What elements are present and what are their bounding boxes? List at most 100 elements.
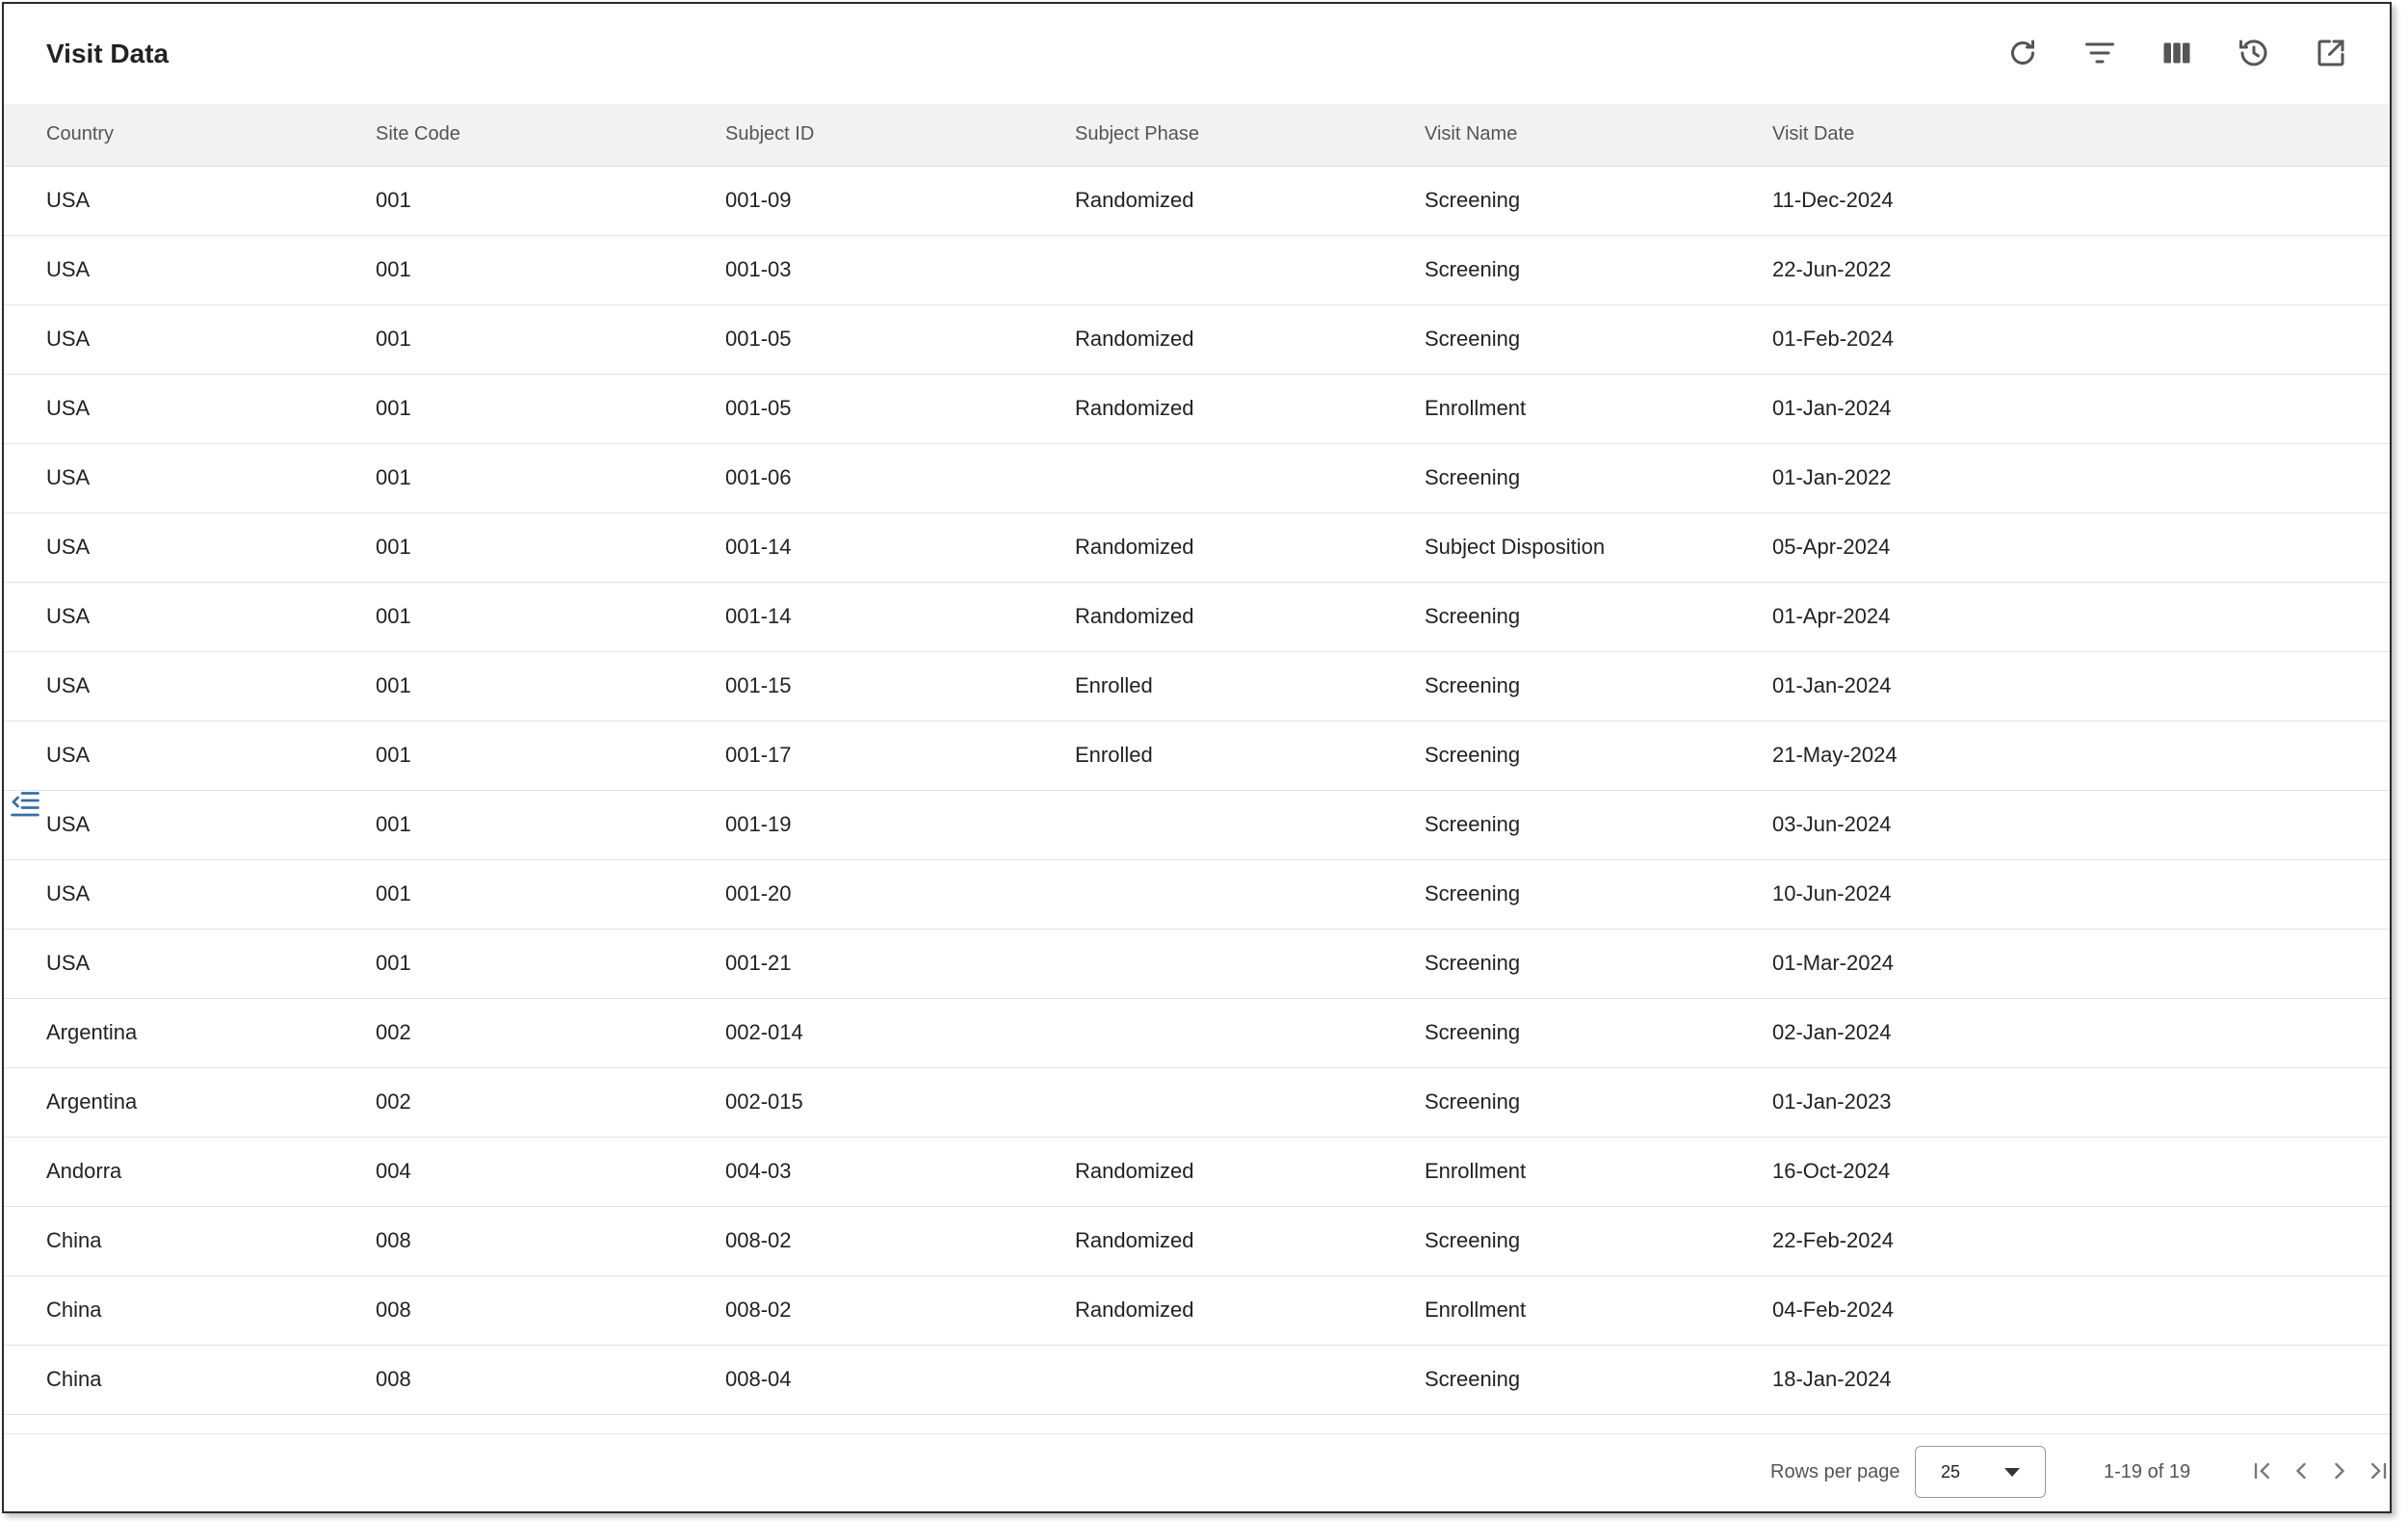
cell-subject-id: 008-04 [683, 1345, 1033, 1415]
cell-visit-name: Screening [1382, 235, 1730, 305]
cell-visit-name: Screening [1382, 859, 1730, 930]
cell-visit-date: 04-Feb-2024 [1730, 1275, 2390, 1346]
cell-subject-phase [1033, 859, 1382, 930]
cell-visit-name: Subject Disposition [1382, 512, 1730, 583]
cell-country: USA [4, 512, 333, 583]
cell-subject-id: 008-02 [683, 1206, 1033, 1276]
column-header-site-code[interactable]: Site Code [333, 104, 683, 167]
cell-subject-id: 001-03 [683, 235, 1033, 305]
column-header-visit-name[interactable]: Visit Name [1382, 104, 1730, 167]
table-row[interactable]: Argentina 002 002-014 Screening 02-Jan-2024 [4, 998, 2390, 1068]
cell-country: USA [4, 859, 333, 930]
cell-visit-name: Screening [1382, 998, 1730, 1068]
pagination-footer: Rows per page 25 1-19 of 19 [4, 1433, 2390, 1511]
cell-site-code: 001 [333, 443, 683, 513]
last-page-button[interactable] [2364, 1454, 2390, 1488]
visit-data-table: Country Site Code Subject ID Subject Pha… [4, 104, 2390, 1415]
table-row[interactable]: USA 001 001-03 Screening 22-Jun-2022 [4, 235, 2390, 305]
cell-visit-date: 21-May-2024 [1730, 721, 2390, 791]
last-page-icon [2371, 1462, 2387, 1480]
column-header-subject-phase[interactable]: Subject Phase [1033, 104, 1382, 167]
table-row[interactable]: Andorra 004 004-03 Randomized Enrollment 16-O… [4, 1137, 2390, 1207]
table-row[interactable]: USA 001 001-19 Screening 03-Jun-2024 [4, 790, 2390, 860]
cell-country: USA [4, 304, 333, 375]
table-row[interactable]: Argentina 002 002-015 Screening 01-Jan-2023 [4, 1067, 2390, 1138]
filter-button[interactable] [2080, 33, 2120, 73]
previous-page-button[interactable] [2287, 1454, 2316, 1488]
column-header-subject-id[interactable]: Subject ID [683, 104, 1033, 167]
cell-subject-phase [1033, 790, 1382, 860]
cell-visit-date: 11-Dec-2024 [1730, 166, 2390, 236]
cell-country: USA [4, 651, 333, 721]
cell-visit-date: 16-Oct-2024 [1730, 1137, 2390, 1207]
cell-country: Argentina [4, 998, 333, 1068]
cell-site-code: 001 [333, 859, 683, 930]
table-row[interactable]: USA 001 001-17 Enrolled Screening 21-May-2024 [4, 721, 2390, 791]
cell-visit-date: 10-Jun-2024 [1730, 859, 2390, 930]
table-row[interactable]: USA 001 001-14 Randomized Screening 01-Apr-20… [4, 582, 2390, 652]
cell-subject-id: 001-09 [683, 166, 1033, 236]
sidebar-toggle-icon[interactable] [8, 786, 42, 821]
cell-subject-phase [1033, 443, 1382, 513]
cell-visit-name: Screening [1382, 166, 1730, 236]
cell-country: USA [4, 790, 333, 860]
cell-site-code: 008 [333, 1206, 683, 1276]
cell-site-code: 001 [333, 512, 683, 583]
cell-site-code: 001 [333, 651, 683, 721]
table-row[interactable]: USA 001 001-06 Screening 01-Jan-2022 [4, 443, 2390, 513]
cell-country: USA [4, 374, 333, 444]
cell-visit-date: 01-Feb-2024 [1730, 304, 2390, 375]
table-row[interactable]: USA 001 001-20 Screening 10-Jun-2024 [4, 859, 2390, 930]
cell-visit-date: 01-Jan-2022 [1730, 443, 2390, 513]
cell-country: USA [4, 929, 333, 999]
table-row[interactable]: China 008 008-02 Randomized Screening 22-Feb-… [4, 1206, 2390, 1276]
columns-button[interactable] [2157, 33, 2197, 73]
cell-site-code: 001 [333, 235, 683, 305]
cell-subject-phase: Enrolled [1033, 721, 1382, 791]
table-row[interactable]: USA 001 001-15 Enrolled Screening 01-Jan-2024 [4, 651, 2390, 721]
cell-visit-date: 22-Jun-2022 [1730, 235, 2390, 305]
table-row[interactable]: USA 001 001-14 Randomized Subject Dispositio… [4, 512, 2390, 583]
cell-subject-id: 001-15 [683, 651, 1033, 721]
table-row[interactable]: USA 001 001-05 Randomized Enrollment 01-Jan-2… [4, 374, 2390, 444]
first-page-icon [2254, 1462, 2269, 1480]
next-page-button[interactable] [2325, 1454, 2354, 1488]
cell-subject-phase: Randomized [1033, 512, 1382, 583]
refresh-button[interactable] [2002, 33, 2043, 73]
cell-subject-id: 002-015 [683, 1067, 1033, 1138]
cell-site-code: 008 [333, 1275, 683, 1346]
cell-visit-name: Screening [1382, 651, 1730, 721]
table-row[interactable]: USA 001 001-05 Randomized Screening 01-Feb-20… [4, 304, 2390, 375]
cell-site-code: 001 [333, 721, 683, 791]
history-button[interactable] [2234, 33, 2274, 73]
pagination-range: 1-19 of 19 [2104, 1461, 2191, 1482]
cell-subject-phase [1033, 929, 1382, 999]
cell-subject-phase [1033, 235, 1382, 305]
refresh-icon [2011, 39, 2034, 65]
cell-subject-id: 008-02 [683, 1275, 1033, 1346]
cell-visit-date: 01-Apr-2024 [1730, 582, 2390, 652]
panel-header: Visit Data [4, 4, 2390, 104]
cell-visit-date: 01-Jan-2024 [1730, 651, 2390, 721]
cell-visit-date: 02-Jan-2024 [1730, 998, 2390, 1068]
cell-site-code: 001 [333, 374, 683, 444]
cell-visit-name: Screening [1382, 1067, 1730, 1138]
table-row[interactable]: China 008 008-04 Screening 18-Jan-2024 [4, 1345, 2390, 1415]
cell-subject-id: 001-05 [683, 374, 1033, 444]
first-page-button[interactable] [2248, 1454, 2277, 1488]
table-row[interactable]: China 008 008-02 Randomized Enrollment 04-Feb… [4, 1275, 2390, 1346]
cell-subject-phase [1033, 998, 1382, 1068]
columns-icon [2163, 42, 2190, 64]
table-row[interactable]: USA 001 001-09 Randomized Screening 11-Dec-20… [4, 166, 2390, 236]
cell-visit-name: Screening [1382, 1345, 1730, 1415]
rows-per-page-select[interactable]: 25 [1915, 1446, 2046, 1498]
cell-country: USA [4, 721, 333, 791]
cell-subject-phase: Randomized [1033, 374, 1382, 444]
open-external-icon [2317, 39, 2344, 66]
cell-visit-date: 01-Mar-2024 [1730, 929, 2390, 999]
column-header-visit-date[interactable]: Visit Date [1730, 104, 2390, 167]
column-header-country[interactable]: Country [4, 104, 333, 167]
rows-per-page-label: Rows per page [1770, 1461, 1900, 1482]
table-row[interactable]: USA 001 001-21 Screening 01-Mar-2024 [4, 929, 2390, 999]
open-external-button[interactable] [2311, 33, 2351, 73]
